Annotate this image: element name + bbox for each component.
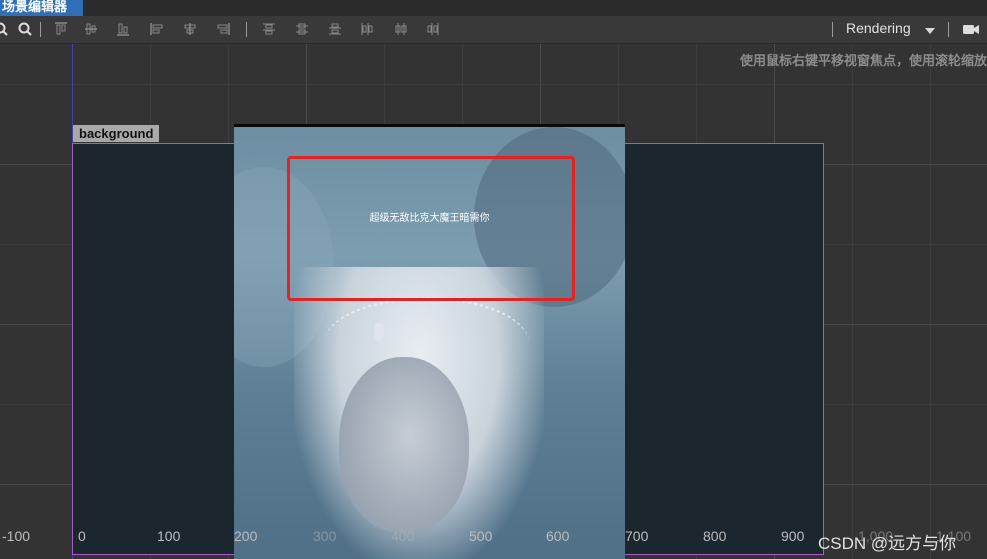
ruler-label: 400 (391, 528, 415, 544)
toolbar-separator (40, 22, 41, 37)
distribute-hcenter-icon[interactable] (394, 22, 408, 36)
distribute-vcenter-icon[interactable] (295, 22, 309, 36)
camera-icon[interactable] (962, 22, 980, 36)
align-bottom-icon[interactable] (116, 22, 130, 36)
background-node-label: background (73, 125, 160, 142)
rendering-dropdown[interactable]: Rendering (846, 20, 911, 36)
align-vcenter-icon[interactable] (84, 22, 98, 36)
distribute-left-icon[interactable] (360, 22, 374, 36)
highlight-annotation-box (287, 156, 575, 301)
toolbar-separator (832, 22, 833, 37)
scene-toolbar: Rendering (0, 16, 987, 44)
ruler-label: 0 (78, 528, 86, 544)
viewport-hint: 使用鼠标右键平移视窗焦点，使用滚轮缩放 (739, 54, 987, 69)
ruler-label: 500 (469, 528, 493, 544)
ruler-label: 600 (546, 528, 570, 544)
distribute-bottom-icon[interactable] (328, 22, 342, 36)
distribute-right-icon[interactable] (426, 22, 440, 36)
ruler-label: 100 (157, 528, 181, 544)
toolbar-separator (948, 22, 949, 37)
align-top-icon[interactable] (54, 22, 68, 36)
distribute-top-icon[interactable] (262, 22, 276, 36)
tab-bar: 场景编辑器 (0, 0, 987, 16)
portrait-tiara (324, 297, 529, 390)
align-left-icon[interactable] (150, 22, 164, 36)
tab-scene-editor[interactable]: 场景编辑器 (0, 0, 84, 16)
zoom-in-icon[interactable] (18, 22, 32, 36)
csdn-watermark: CSDN @远方与你 (818, 534, 957, 553)
ruler-label: 800 (703, 528, 727, 544)
chevron-down-icon[interactable] (925, 28, 935, 34)
ruler-label: 300 (313, 528, 337, 544)
scene-viewport[interactable]: 使用鼠标右键平移视窗焦点，使用滚轮缩放 background 超级无敌比克大魔王… (0, 44, 987, 559)
zoom-out-icon[interactable] (0, 22, 8, 36)
align-hcenter-icon[interactable] (183, 22, 197, 36)
ruler-label: -100 (2, 528, 31, 544)
tiara-gem (374, 323, 384, 341)
ruler-label: 200 (234, 528, 258, 544)
toolbar-separator (246, 22, 247, 37)
ruler-label: 700 (625, 528, 649, 544)
ruler-label: 900 (781, 528, 805, 544)
align-right-icon[interactable] (216, 22, 230, 36)
